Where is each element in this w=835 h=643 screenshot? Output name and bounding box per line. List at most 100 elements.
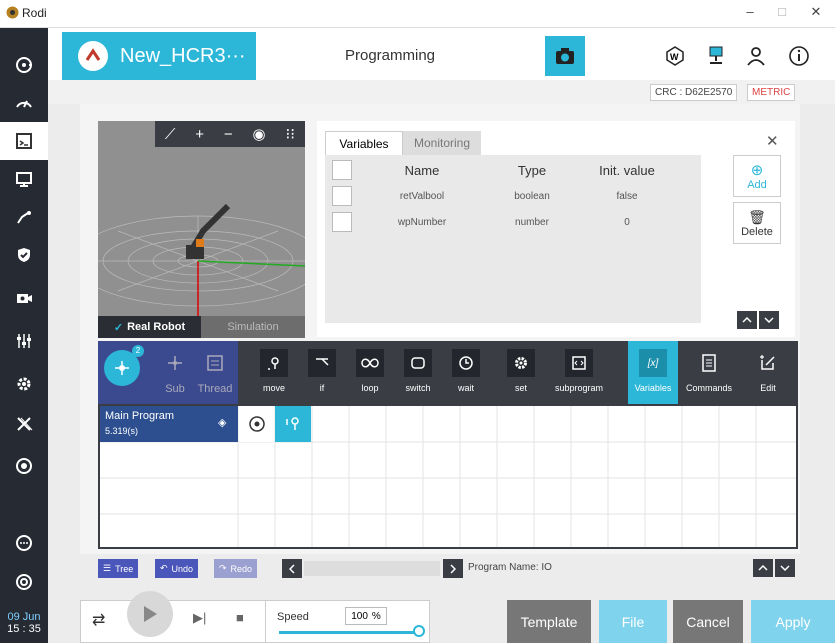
tree-button[interactable]: ☰ Tree [98,559,139,578]
scroll-left-button[interactable] [282,559,302,578]
close-window-icon[interactable]: ✕ [805,4,827,20]
redo-button[interactable]: ↷ Redo [214,559,258,578]
step-icon[interactable]: ▶| [193,610,206,626]
sidebar-chat-icon[interactable] [0,524,48,562]
main-program-node[interactable]: Main Program 5.319(s) ◈ [100,406,238,442]
col-name: Name [404,162,440,178]
tab-simulation[interactable]: Simulation [201,316,305,338]
repeat-icon[interactable]: ⇄ [92,610,105,630]
cmd-if[interactable]: if [300,341,344,404]
svg-text:W: W [670,52,679,62]
unit-badge[interactable]: METRIC [747,84,796,101]
sidebar-gear-icon[interactable] [0,365,48,403]
window-title: Rodi [22,6,47,20]
cmd-loop[interactable]: loop [348,341,392,404]
minimize-icon[interactable]: – [739,4,761,19]
scroll-right-button[interactable] [443,559,463,578]
layers-icon[interactable]: ◈ [218,416,226,429]
list-icon: ☰ [103,563,112,573]
variables-icon: [x] [639,349,667,377]
file-button[interactable]: File [599,600,667,643]
horizontal-scrollbar[interactable] [304,561,440,576]
maximize-icon[interactable]: □ [771,4,793,19]
move-node[interactable] [275,406,311,442]
undo-button[interactable]: ↶ Undo [155,559,199,578]
cmd-subprogram[interactable]: subprogram [549,341,609,404]
timeline-down-button[interactable] [775,559,795,577]
project-selector[interactable]: New_HCR3··· [62,32,256,80]
tree-node-icon [115,361,129,375]
web-icon[interactable]: W [661,42,689,70]
cmd-switch[interactable]: switch [396,341,440,404]
scroll-down-button[interactable] [759,311,779,329]
cmd-label: if [319,383,325,393]
clock-time: 15 : 35 [7,623,41,635]
add-variable-button[interactable]: ⊕ Add [733,155,781,197]
speed-slider-thumb[interactable] [413,625,425,637]
var-type: boolean [514,190,550,202]
variables-toggle-button[interactable]: [x] Variables [631,341,675,404]
table-row[interactable]: retValbool boolean false [325,183,701,209]
eye-icon[interactable]: ◉ [253,125,266,143]
tab-real-robot[interactable]: ✓ Real Robot [98,316,201,338]
cmd-set[interactable]: set [499,341,543,404]
speed-slider-track[interactable] [279,631,417,634]
col-init: Init. value [599,162,655,178]
sidebar-x-logo-icon[interactable] [0,405,48,443]
screenshot-button[interactable] [545,36,585,76]
play-button[interactable] [127,591,173,637]
row-checkbox[interactable] [332,212,352,232]
scroll-up-button[interactable] [737,311,757,329]
sub-button[interactable]: Sub [153,341,197,404]
thread-button[interactable]: Thread [193,341,237,404]
viewport-toolbar: ⟋ + − ◉ ⁝⁝ [155,121,305,147]
sidebar-monitor-icon[interactable] [0,160,48,198]
stop-icon[interactable]: ■ [236,610,244,625]
speed-input[interactable]: 100% [345,607,387,625]
sidebar-settings-sliders-icon[interactable] [0,322,48,360]
sidebar-jog-icon[interactable] [0,563,48,601]
sidebar-shield-icon[interactable] [0,236,48,274]
zoom-out-icon[interactable]: − [224,126,233,143]
sidebar-target-icon[interactable] [0,447,48,485]
close-panel-icon[interactable]: ✕ [766,132,779,150]
tab-variables[interactable]: Variables [325,131,403,155]
select-all-checkbox[interactable] [332,160,352,180]
undo-icon: ↶ [160,563,168,573]
grid-icon[interactable]: ⁝⁝ [286,125,296,143]
commands-toggle-button[interactable]: Commands [684,341,734,404]
sidebar-camera-icon[interactable] [0,279,48,317]
cmd-label: switch [405,383,431,393]
divider [265,600,266,643]
tab-monitoring[interactable]: Monitoring [403,131,481,155]
edit-button[interactable]: Edit [746,341,790,404]
thread-icon [201,349,229,377]
app-logo-icon [6,6,19,19]
cmd-move[interactable]: move [252,341,296,404]
timeline-up-button[interactable] [753,559,773,577]
page-title: Programming [345,47,436,64]
program-start-node[interactable] [240,406,274,442]
apply-button[interactable]: Apply [751,600,835,643]
sidebar-robot-arm-icon[interactable] [0,198,48,236]
sidebar-dashboard-icon[interactable] [0,84,48,122]
table-row[interactable]: wpNumber number 0 [325,209,701,235]
user-icon[interactable] [742,42,770,70]
undo-label: Undo [171,563,194,574]
axis-icon[interactable]: ⟋ [165,126,176,143]
cmd-label: subprogram [554,383,604,393]
robot-3d-viewport[interactable] [98,121,305,337]
sidebar-programming-icon[interactable] [0,122,48,160]
sidebar-menu-icon[interactable] [0,46,48,84]
speed-value: 100 [351,610,368,622]
var-init: false [616,190,638,202]
row-checkbox[interactable] [332,186,352,206]
network-icon[interactable] [702,42,730,70]
cancel-button[interactable]: Cancel [673,600,743,643]
template-button[interactable]: Template [507,600,591,643]
info-icon[interactable] [785,42,813,70]
delete-variable-button[interactable]: 🗑 Delete [733,202,781,244]
zoom-in-icon[interactable]: + [195,126,204,143]
table-header: Name Type Init. value [325,157,701,183]
cmd-wait[interactable]: wait [444,341,488,404]
